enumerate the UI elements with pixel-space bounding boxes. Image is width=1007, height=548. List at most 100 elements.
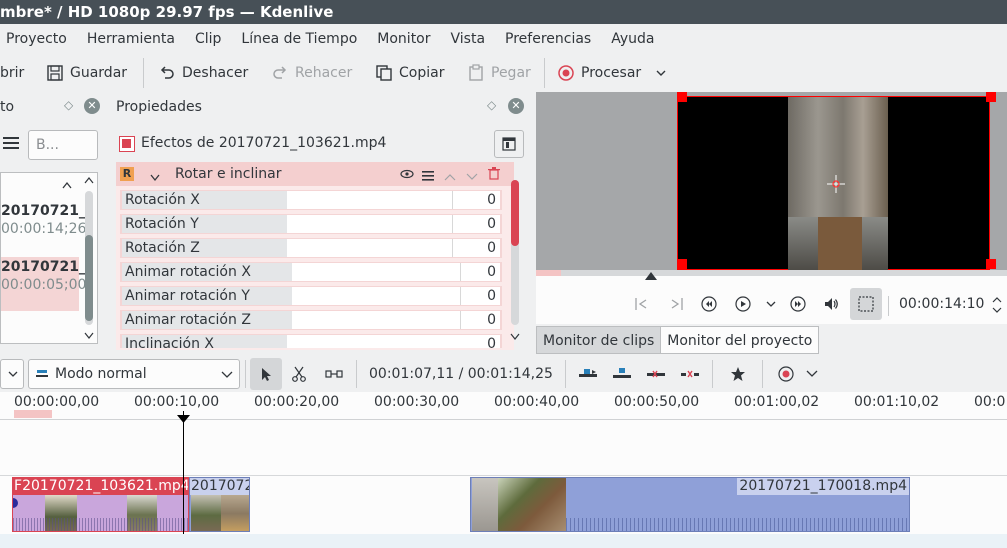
timeline-playhead[interactable]: [183, 411, 184, 548]
volume-icon[interactable]: [821, 294, 841, 314]
close-icon[interactable]: ✕: [508, 98, 524, 114]
resize-handle[interactable]: [986, 259, 996, 269]
play-options-chevron-icon[interactable]: [761, 294, 781, 314]
timeline-bottom-track[interactable]: [0, 534, 1007, 548]
lift-button[interactable]: [678, 364, 702, 384]
bin-search-input[interactable]: B...: [28, 130, 98, 160]
compare-button[interactable]: [494, 130, 524, 158]
timeline-toolbar: Modo normal 00:01:07,11 / 00:01:14,25: [0, 356, 1007, 392]
menu-ayuda[interactable]: Ayuda: [601, 31, 664, 47]
track-combo[interactable]: [0, 359, 24, 389]
undo-icon: [160, 66, 174, 79]
overwrite-button[interactable]: [610, 364, 634, 384]
effect-name: Rotar e inclinar: [175, 166, 282, 182]
tab-clip-monitor[interactable]: Monitor de clips: [536, 326, 662, 354]
clip-title: 2017072: [191, 478, 250, 494]
render-button[interactable]: Procesar: [557, 62, 641, 84]
clip-title-bar: 2017072: [190, 478, 250, 495]
timeline-ruler[interactable]: 00:00:00,00 00:00:10,00 00:00:20,00 00:0…: [0, 392, 1007, 420]
edit-mode-select[interactable]: Modo normal: [28, 359, 240, 389]
bin-item-name[interactable]: 20170721_: [1, 203, 86, 219]
insert-button[interactable]: [576, 364, 600, 384]
ruler-tick: 00:00:20,00: [254, 394, 340, 410]
redo-button[interactable]: Rehacer: [271, 62, 352, 84]
resize-handle[interactable]: [677, 92, 687, 102]
param-shear-x-clipped[interactable]: Inclinación X 0: [120, 334, 502, 348]
play-icon[interactable]: [733, 294, 753, 314]
paste-button[interactable]: Pegar: [467, 62, 531, 84]
timeline-preview-button[interactable]: [774, 364, 798, 384]
video-frame[interactable]: [677, 96, 990, 271]
resize-handle[interactable]: [986, 92, 996, 102]
rewind-icon[interactable]: [699, 294, 719, 314]
save-button[interactable]: Guardar: [46, 62, 127, 84]
copy-button[interactable]: Copiar: [375, 62, 444, 84]
param-animate-rotation-z[interactable]: Animar rotación Z 0: [120, 310, 502, 330]
monitor-seekbar[interactable]: [536, 270, 1007, 276]
move-up-icon[interactable]: [444, 169, 456, 185]
spacer-icon: [325, 370, 343, 378]
resize-handle[interactable]: [677, 259, 687, 269]
clip-title: 20170721_103621.mp4: [22, 478, 189, 494]
open-button[interactable]: brir: [0, 62, 24, 84]
menu-proyecto[interactable]: Proyecto: [0, 31, 77, 47]
bin-list: 20170721_ 00:00:14;26 20170721_ 00:00:05…: [0, 172, 98, 344]
timeline-preview-menu[interactable]: [804, 364, 820, 384]
move-down-icon[interactable]: [466, 169, 478, 185]
zone-start-icon[interactable]: [632, 294, 652, 314]
timeline-clip[interactable]: 2017072: [189, 477, 250, 532]
menu-monitor[interactable]: Monitor: [367, 31, 440, 47]
float-icon[interactable]: ◇: [64, 98, 73, 112]
zone-end-icon[interactable]: [666, 294, 686, 314]
clip-marker[interactable]: [13, 498, 18, 508]
redo-label: Rehacer: [295, 65, 353, 81]
close-icon[interactable]: ✕: [84, 98, 100, 114]
timecode-spinner-icon[interactable]: [992, 296, 1002, 318]
playhead-marker-icon[interactable]: [177, 411, 190, 427]
collapse-icon[interactable]: [62, 177, 72, 193]
spacer-tool-button[interactable]: [322, 364, 346, 384]
render-menu-button[interactable]: [655, 62, 667, 84]
monitor-timecode[interactable]: 00:00:14:10: [899, 296, 984, 312]
param-animate-rotation-y[interactable]: Animar rotación Y 0: [120, 286, 502, 306]
timeline-track-empty[interactable]: [0, 420, 1007, 476]
forward-icon[interactable]: [788, 294, 808, 314]
effects-header: Efectos de 20170721_103621.mp4: [141, 135, 387, 151]
undo-button[interactable]: Deshacer: [158, 62, 248, 84]
effect-menu-icon[interactable]: [422, 169, 434, 185]
extract-button[interactable]: [644, 364, 668, 384]
effect-stack-icon: [119, 136, 135, 152]
playhead-marker-icon[interactable]: [645, 268, 657, 284]
menu-clip[interactable]: Clip: [185, 31, 231, 47]
favorite-effects-button[interactable]: [726, 364, 750, 384]
param-rotation-x[interactable]: Rotación X 0: [120, 190, 502, 210]
crosshair-icon: [827, 175, 845, 193]
scissors-icon: [292, 366, 306, 382]
bin-scrollbar[interactable]: [82, 175, 96, 341]
float-icon[interactable]: ◇: [487, 98, 496, 112]
chevron-down-icon: [656, 70, 666, 76]
param-animate-rotation-x[interactable]: Animar rotación X 0: [120, 262, 502, 282]
chevron-down-icon: [221, 371, 233, 378]
menu-icon[interactable]: [2, 136, 20, 154]
param-rotation-z[interactable]: Rotación Z 0: [120, 238, 502, 258]
param-rotation-y[interactable]: Rotación Y 0: [120, 214, 502, 234]
tab-project-monitor[interactable]: Monitor del proyecto: [661, 326, 820, 354]
selection-tool-button[interactable]: [250, 358, 282, 390]
eye-icon[interactable]: [400, 168, 414, 184]
menu-linea-de-tiempo[interactable]: Línea de Tiempo: [231, 31, 367, 47]
delete-icon[interactable]: [488, 167, 500, 184]
timeline-clip-selected[interactable]: F20170721_103621.mp4: [12, 477, 189, 532]
project-monitor: 00:00:14:10: [536, 92, 1007, 324]
clip-thumbnail: [472, 478, 498, 531]
bin-title: to: [0, 99, 15, 115]
ruler-tick: 00:01:00,02: [734, 394, 820, 410]
menu-herramienta[interactable]: Herramienta: [77, 31, 185, 47]
razor-tool-button[interactable]: [288, 364, 310, 384]
menu-preferencias[interactable]: Preferencias: [495, 31, 601, 47]
collapse-effect-icon[interactable]: [150, 170, 160, 186]
properties-scrollbar[interactable]: [508, 176, 522, 344]
edit-mode-button[interactable]: [850, 288, 882, 320]
menu-vista[interactable]: Vista: [441, 31, 496, 47]
timeline-clip[interactable]: 20170721_170018.mp4: [470, 477, 910, 532]
